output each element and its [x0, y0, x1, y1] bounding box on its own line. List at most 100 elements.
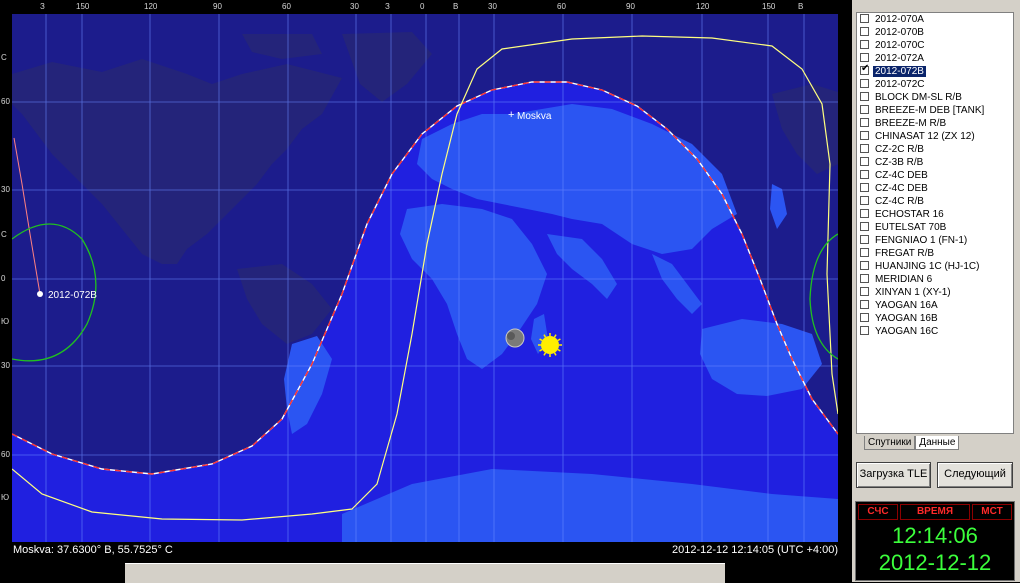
side-panel: 2012-070A 2012-070B 2012-070C 2012-072A ✔ 201… [852, 0, 1020, 582]
longitude-tick: 150 [76, 2, 90, 11]
satellite-name: CZ-3B R/B [875, 157, 924, 168]
longitude-tick: 90 [626, 2, 635, 11]
longitude-tick: В [798, 2, 804, 11]
longitude-tick: В [453, 2, 459, 11]
load-tle-button[interactable]: Загрузка TLE [856, 462, 931, 488]
satellite-list-item[interactable]: 2012-070A [857, 13, 1013, 26]
next-button[interactable]: Следующий [937, 462, 1013, 488]
satellite-checkbox[interactable]: ✔ [860, 63, 870, 75]
satellite-list-item[interactable]: CZ-4C R/B [857, 195, 1013, 208]
longitude-axis [0, 0, 852, 14]
satellite-list-item[interactable]: CZ-4C DEB [857, 182, 1013, 195]
satellite-list-item[interactable]: HUANJING 1C (HJ-1C) [857, 260, 1013, 273]
satellite-checkbox[interactable] [860, 118, 869, 127]
latitude-tick: 60 [1, 450, 10, 459]
satellite-list-item[interactable]: 2012-070B [857, 26, 1013, 39]
satellite-checkbox[interactable] [860, 170, 869, 179]
satellite-checkbox[interactable] [860, 183, 869, 192]
tab-data[interactable]: Данные [915, 436, 960, 450]
satellite-checkbox[interactable] [860, 222, 869, 231]
satellite-checkbox[interactable] [860, 300, 869, 309]
satellite-checkbox[interactable] [860, 287, 869, 296]
satellite-list-item[interactable]: CZ-3B R/B [857, 156, 1013, 169]
satellite-name: CZ-4C DEB [875, 183, 928, 194]
satellite-list-item[interactable]: ECHOSTAR 16 [857, 208, 1013, 221]
longitude-tick: З [40, 2, 45, 11]
satellite-list-item[interactable]: EUTELSAT 70B [857, 221, 1013, 234]
satellite-checkbox[interactable] [860, 196, 869, 205]
satellite-checkbox[interactable] [860, 144, 869, 153]
satellite-list-item[interactable]: CZ-2C R/B [857, 143, 1013, 156]
latitude-tick: 30 [1, 361, 10, 370]
satellite-list-item[interactable]: CHINASAT 12 (ZX 12) [857, 130, 1013, 143]
satellite-name: YAOGAN 16B [875, 313, 938, 324]
satellite-checkbox[interactable] [860, 79, 869, 88]
satellite-list-item[interactable]: BLOCK DM-SL R/B [857, 91, 1013, 104]
status-location: Moskva: 37.6300° В, 55.7525° С [13, 544, 173, 556]
satellite-name: CHINASAT 12 (ZX 12) [875, 131, 975, 142]
satellite-name: 2012-070B [875, 27, 924, 38]
longitude-tick: 30 [488, 2, 497, 11]
satellite-checkbox[interactable] [860, 209, 869, 218]
satellite-list-item[interactable]: CZ-4C DEB [857, 169, 1013, 182]
satellite-list-item[interactable]: BREEZE-M DEB [TANK] [857, 104, 1013, 117]
satellite-list-item[interactable]: FENGNIAO 1 (FN-1) [857, 234, 1013, 247]
satellite-checkbox[interactable] [860, 157, 869, 166]
moskva-marker[interactable]: + [508, 109, 514, 121]
satellite-name: ECHOSTAR 16 [875, 209, 944, 220]
satellite-checkbox[interactable] [860, 274, 869, 283]
satellite-name: 2012-072B [873, 66, 926, 77]
moskva-label: Moskva [517, 111, 552, 122]
satellite-list-item[interactable]: YAOGAN 16B [857, 312, 1013, 325]
satellite-marker[interactable] [37, 291, 43, 297]
longitude-tick: 60 [282, 2, 291, 11]
satellite-name: MERIDIAN 6 [875, 274, 933, 285]
bottom-panel [125, 563, 725, 583]
satellite-checkbox[interactable] [860, 248, 869, 257]
clock-date: 2012-12-12 [878, 550, 992, 575]
clock-panel: СЧС ВРЕМЯ МСТ 12:14:06 2012-12-12 [855, 501, 1015, 581]
clock-tab-time[interactable]: ВРЕМЯ [900, 504, 970, 520]
clock-tab-mst[interactable]: МСТ [972, 504, 1012, 520]
satellite-list-item[interactable]: FREGAT R/B [857, 247, 1013, 260]
satellite-list-item[interactable]: YAOGAN 16C [857, 325, 1013, 338]
satellite-list-item[interactable]: XINYAN 1 (XY-1) [857, 286, 1013, 299]
satellite-list-item[interactable]: ✔ 2012-072B [857, 63, 1013, 78]
satellite-checkbox[interactable] [860, 261, 869, 270]
longitude-tick: 150 [762, 2, 776, 11]
clock-time: 12:14:06 [892, 523, 978, 548]
satellite-checkbox[interactable] [860, 53, 869, 62]
satellite-list-item[interactable]: 2012-072A [857, 52, 1013, 65]
satellite-list[interactable]: 2012-070A 2012-070B 2012-070C 2012-072A ✔ 201… [856, 12, 1014, 434]
satellite-name: BREEZE-M R/B [875, 118, 947, 129]
satellite-checkbox[interactable] [860, 313, 869, 322]
satellite-checkbox[interactable] [860, 326, 869, 335]
satellite-list-item[interactable]: 2012-070C [857, 39, 1013, 52]
longitude-tick: З [385, 2, 390, 11]
satellite-checkbox[interactable] [860, 235, 869, 244]
satellite-name: HUANJING 1C (HJ-1C) [875, 261, 980, 272]
moon-shadow [507, 332, 515, 340]
satellite-name: CZ-2C R/B [875, 144, 924, 155]
satellite-name: CZ-4C DEB [875, 170, 928, 181]
satellite-checkbox[interactable] [860, 14, 869, 23]
world-map[interactable]: + Moskva 2012-072B [12, 14, 838, 542]
satellite-list-item[interactable]: YAOGAN 16A [857, 299, 1013, 312]
longitude-tick: 0 [420, 2, 425, 11]
satellite-checkbox[interactable] [860, 105, 869, 114]
longitude-tick: 120 [696, 2, 710, 11]
satellite-list-item[interactable]: MERIDIAN 6 [857, 273, 1013, 286]
clock-tab-scs[interactable]: СЧС [858, 504, 898, 520]
satellite-list-item[interactable]: 2012-072C [857, 78, 1013, 91]
latitude-tick: Ю [1, 493, 10, 502]
satellite-name: CZ-4C R/B [875, 196, 924, 207]
satellite-checkbox[interactable] [860, 131, 869, 140]
satellite-checkbox[interactable] [860, 27, 869, 36]
tab-satellites[interactable]: Спутники [864, 436, 916, 450]
satellite-checkbox[interactable] [860, 40, 869, 49]
satellite-list-item[interactable]: BREEZE-M R/B [857, 117, 1013, 130]
check-icon: ✔ [861, 63, 870, 74]
satellite-checkbox[interactable] [860, 92, 869, 101]
latitude-tick: С [1, 53, 7, 62]
satellite-name: 2012-070A [875, 14, 924, 25]
